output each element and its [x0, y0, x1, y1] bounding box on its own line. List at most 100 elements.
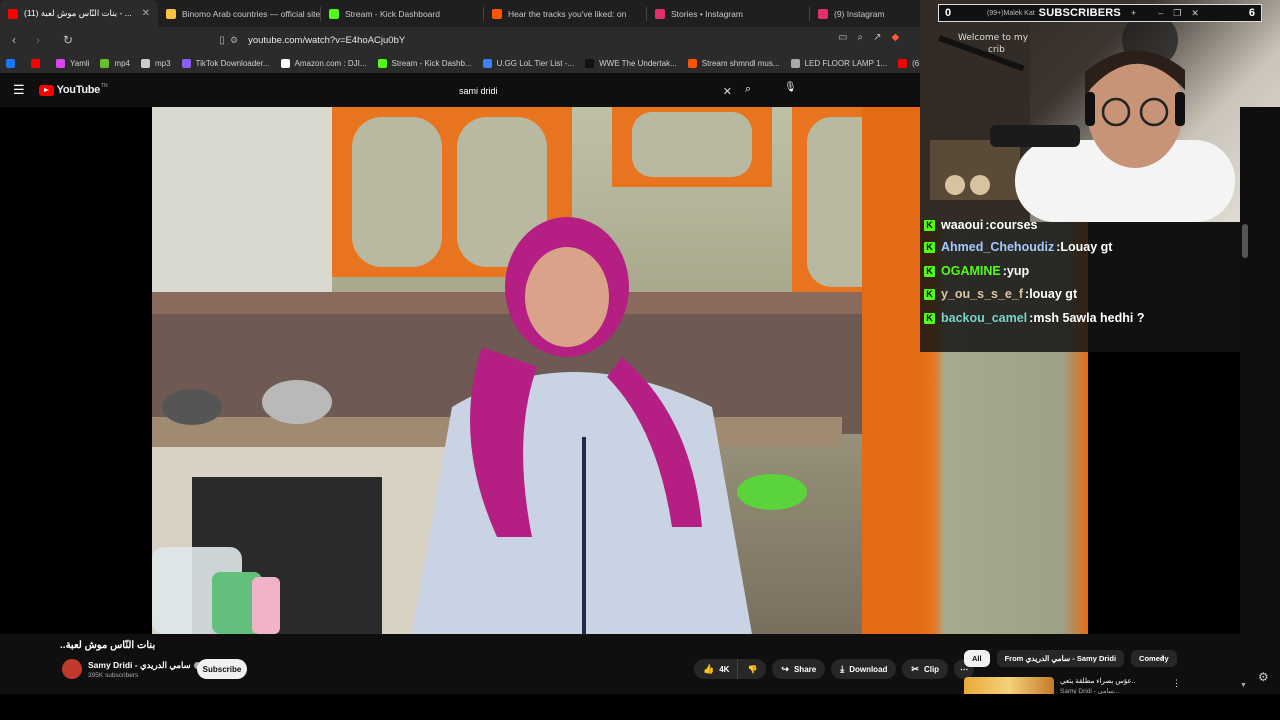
- tab-label: Hear the tracks you've liked: on: [508, 8, 627, 19]
- recommended-title[interactable]: عؤس بصراء مطلقة يتعي..: [1060, 677, 1136, 685]
- bookmark-item[interactable]: mp3: [140, 58, 171, 68]
- browser-tab[interactable]: Binomo Arab countries — official site: [158, 0, 320, 27]
- recommended-thumbnail[interactable]: [964, 677, 1054, 694]
- bookmark-icon[interactable]: ▯: [212, 35, 232, 46]
- thumbs-down-icon: 👎: [747, 664, 758, 674]
- forward-icon[interactable]: ›: [28, 33, 48, 47]
- chat-message: K OGAMINE: yup: [924, 260, 1029, 282]
- bookmark-item[interactable]: [31, 58, 45, 68]
- chat-username: y_ou_s_s_e_f: [941, 287, 1024, 301]
- video-frame[interactable]: [152, 107, 920, 634]
- bookmark-label: LED FLOOR LAMP 1...: [804, 58, 888, 68]
- search-input[interactable]: sami dridi ✕: [452, 81, 742, 101]
- bookmark-item[interactable]: (6: [898, 58, 919, 68]
- bookmark-item[interactable]: LED FLOOR LAMP 1...: [790, 58, 888, 68]
- bookmark-favicon-icon: [56, 58, 65, 68]
- recommendation-chips: All From سامي الدريدي - Samy Dridi Comedy: [964, 650, 1177, 667]
- youtube-logo[interactable]: YouTube TN: [38, 83, 108, 96]
- address-bar[interactable]: ⚙ youtube.com/watch?v=E4hoACju0bY: [230, 31, 920, 49]
- bookmark-favicon-icon: [898, 58, 908, 68]
- download-button[interactable]: ⤓ Download: [831, 659, 897, 679]
- video-title: ..بنات النّاس موش لعبة: [60, 640, 156, 651]
- minimize-icon[interactable]: –: [1158, 8, 1163, 18]
- bookmark-item[interactable]: Stream - Kick Dashb...: [377, 58, 472, 68]
- browser-tab[interactable]: (9) Instagram: [810, 0, 920, 27]
- streamer-webcam: Welcome to my crib 0 (99+)Malek Kat SUBS…: [920, 0, 1280, 222]
- close-tab-icon[interactable]: ✕: [136, 8, 150, 19]
- download-label: Download: [849, 664, 888, 674]
- browser-tab[interactable]: Hear the tracks you've liked: on: [484, 0, 646, 27]
- bookmark-item[interactable]: Stream shmndl mus...: [687, 58, 780, 68]
- svg-text:crib: crib: [988, 45, 1005, 55]
- chat-text: louay gt: [1029, 287, 1078, 301]
- chevron-right-icon[interactable]: ›: [1161, 652, 1164, 663]
- tab-favicon-icon: [329, 8, 339, 19]
- share-button[interactable]: ↪ Share: [772, 659, 826, 679]
- window-close-icon[interactable]: ✕: [1191, 8, 1199, 19]
- youtube-play-icon: [38, 84, 54, 96]
- channel-avatar[interactable]: [62, 659, 82, 679]
- filter-chip[interactable]: Comedy: [1131, 650, 1177, 667]
- kick-chat-overlay: Kwaaoui: courses K Ahmed_Chehoudiz: Louay …: [920, 218, 1240, 352]
- microphone-icon[interactable]: 🎙: [784, 82, 797, 93]
- youtube-wordmark: YouTube: [56, 84, 101, 96]
- subscribers-label: SUBSCRIBERS: [1038, 7, 1121, 19]
- channel-name[interactable]: Samy Dridi - سامي الدريدي: [88, 660, 201, 671]
- scrollbar-thumb[interactable]: [1242, 224, 1248, 258]
- bookmark-item[interactable]: Yamli: [56, 58, 89, 68]
- bookmark-favicon-icon: [790, 58, 800, 68]
- cast-icon[interactable]: ▭: [838, 32, 847, 43]
- tiktok-notification: (99+)Malek Kat: [987, 9, 1035, 17]
- chat-text: msh 5awla hedhi ?: [1033, 311, 1145, 325]
- site-info-icon[interactable]: ⚙: [230, 35, 238, 46]
- bookmark-favicon-icon: [377, 58, 387, 68]
- subscriber-counter: 0 (99+)Malek Kat SUBSCRIBERS + – ❐ ✕ 6: [938, 4, 1262, 22]
- bookmark-label: Amazon.com : DJI...: [294, 58, 367, 68]
- recommended-more-icon[interactable]: ⋮: [1172, 678, 1181, 689]
- chat-text: Louay gt: [1060, 240, 1113, 254]
- bookmark-favicon-icon: [6, 58, 15, 68]
- kick-badge-icon: K: [924, 219, 935, 231]
- bookmark-label: Stream - Kick Dashb...: [391, 58, 472, 68]
- bookmark-item[interactable]: [6, 58, 20, 68]
- chat-username: waaoui: [941, 218, 984, 232]
- kick-badge-icon: K: [924, 312, 935, 324]
- chat-message: K Ahmed_Chehoudiz: Louay gt: [924, 236, 1112, 258]
- share-page-icon[interactable]: ↗: [873, 32, 881, 43]
- subscribe-button[interactable]: Subscribe: [197, 659, 247, 679]
- tab-favicon-icon: [492, 8, 502, 19]
- bookmark-item[interactable]: TikTok Downloader...: [181, 58, 270, 68]
- page-scrollbar[interactable]: [1240, 107, 1280, 687]
- clip-button[interactable]: ✂ Clip: [902, 659, 949, 679]
- chat-username: backou_camel: [941, 311, 1028, 325]
- tab-label: Binomo Arab countries — official site: [182, 8, 320, 19]
- share-icon: ↪: [781, 663, 789, 674]
- search-icon[interactable]: ⌕: [745, 83, 751, 96]
- zoom-icon[interactable]: ⌕: [857, 32, 863, 43]
- search-query: sami dridi: [459, 86, 498, 96]
- filter-chip[interactable]: All: [964, 650, 990, 667]
- filter-chip[interactable]: From سامي الدريدي - Samy Dridi: [996, 650, 1125, 667]
- tab-favicon-icon: [8, 8, 18, 19]
- bookmark-item[interactable]: WWE The Undertak...: [585, 58, 677, 68]
- chat-text: yup: [1006, 264, 1030, 278]
- dislike-button[interactable]: 👎: [737, 659, 767, 679]
- back-icon[interactable]: ‹: [4, 33, 24, 47]
- channel-name-text: Samy Dridi - سامي الدريدي: [88, 660, 191, 670]
- scroll-down-arrow-icon[interactable]: ▼: [1240, 682, 1247, 689]
- reload-icon[interactable]: ↻: [58, 33, 78, 47]
- settings-gear-icon[interactable]: ⚙: [1258, 670, 1269, 684]
- browser-tab[interactable]: Stories • Instagram: [647, 0, 809, 27]
- bookmark-item[interactable]: mp4: [100, 58, 130, 68]
- brave-shield-icon[interactable]: ◆: [891, 32, 899, 43]
- clear-search-icon[interactable]: ✕: [723, 85, 732, 98]
- clip-label: Clip: [923, 664, 940, 674]
- restore-icon[interactable]: ❐: [1173, 8, 1181, 19]
- new-tab-icon[interactable]: +: [1131, 8, 1136, 18]
- bookmark-item[interactable]: U.GG LoL Tier List -...: [482, 58, 574, 68]
- browser-tab[interactable]: Stream - Kick Dashboard: [321, 0, 483, 27]
- bookmark-item[interactable]: Amazon.com : DJI...: [280, 58, 367, 68]
- browser-tab[interactable]: (11) بنات النّاس موش لعبة - ... ✕: [0, 0, 158, 27]
- hamburger-menu-icon[interactable]: ☰: [13, 82, 25, 98]
- like-button[interactable]: 👍 4K: [694, 659, 738, 679]
